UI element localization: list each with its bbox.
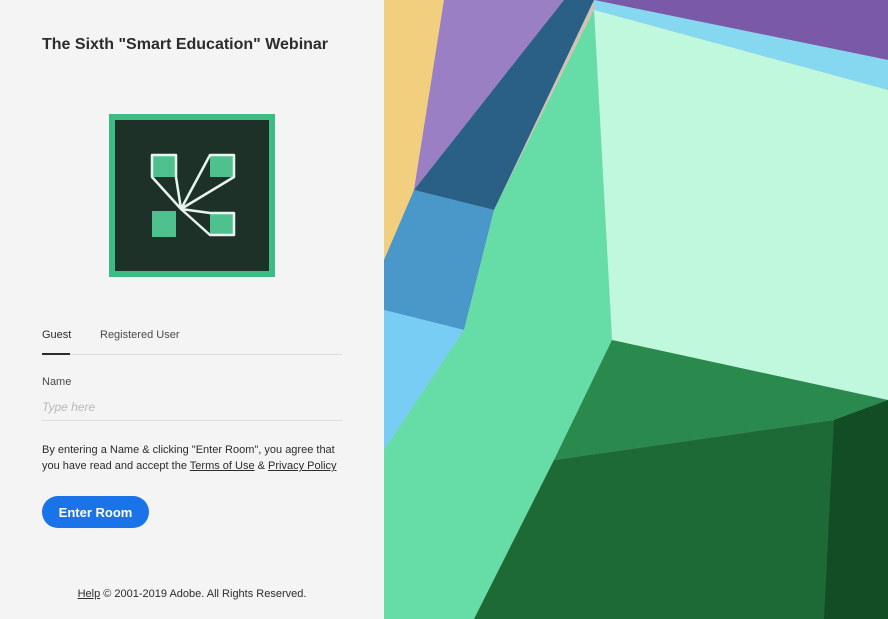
- adobe-connect-logo-icon: [109, 114, 275, 277]
- copyright-text: © 2001-2019 Adobe. All Rights Reserved.: [100, 588, 307, 600]
- footer: Help © 2001-2019 Adobe. All Rights Reser…: [0, 588, 384, 600]
- page-title: The Sixth "Smart Education" Webinar: [42, 36, 329, 53]
- tab-registered-user[interactable]: Registered User: [100, 329, 179, 341]
- name-input[interactable]: [42, 394, 342, 421]
- privacy-policy-link[interactable]: Privacy Policy: [268, 460, 336, 472]
- active-tab-indicator: [42, 353, 70, 355]
- help-link[interactable]: Help: [78, 588, 101, 600]
- enter-room-button[interactable]: Enter Room: [42, 496, 149, 528]
- login-panel: The Sixth "Smart Education" Webinar Gues…: [0, 0, 384, 619]
- login-tabs: Guest Registered User: [42, 322, 342, 355]
- agreement-text: By entering a Name & clicking "Enter Roo…: [42, 442, 342, 474]
- name-label: Name: [42, 376, 72, 388]
- terms-of-use-link[interactable]: Terms of Use: [190, 460, 255, 472]
- background-artwork: [384, 0, 888, 619]
- tab-guest[interactable]: Guest: [42, 329, 71, 341]
- agreement-and: &: [254, 460, 269, 472]
